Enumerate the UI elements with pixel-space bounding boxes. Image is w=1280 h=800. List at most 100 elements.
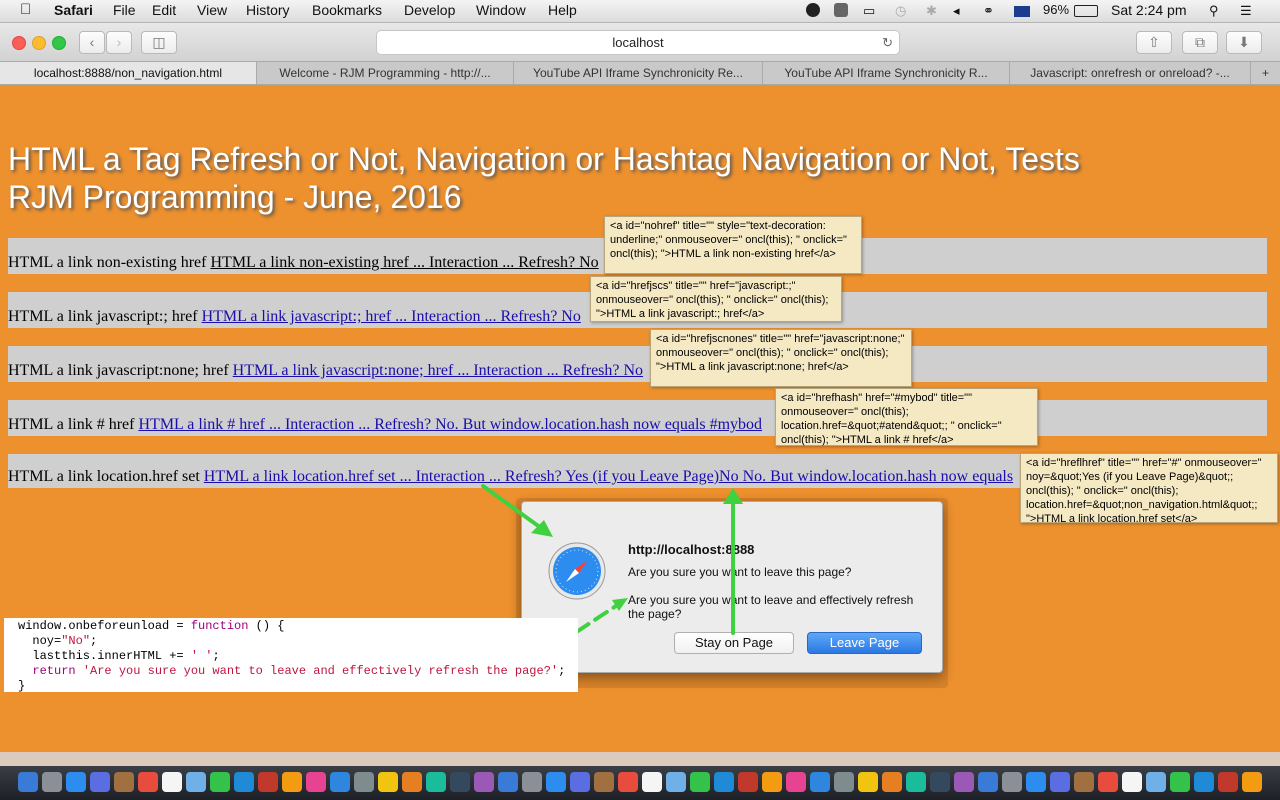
dock-app-icon[interactable] <box>18 772 38 792</box>
dock-app-icon[interactable] <box>282 772 302 792</box>
dock-app-icon[interactable] <box>1050 772 1070 792</box>
reload-icon[interactable]: ↻ <box>882 31 893 54</box>
menu-window[interactable]: Window <box>476 2 526 18</box>
dock-app-icon[interactable] <box>114 772 134 792</box>
dock-app-icon[interactable] <box>690 772 710 792</box>
tab-2[interactable]: Welcome - RJM Programming - http://... <box>257 62 514 84</box>
dock-app-icon[interactable] <box>1170 772 1190 792</box>
dock-app-icon[interactable] <box>498 772 518 792</box>
menu-edit[interactable]: Edit <box>152 2 176 18</box>
link-hash-href[interactable]: HTML a link # href ... Interaction ... R… <box>138 416 762 433</box>
tab-4[interactable]: YouTube API Iframe Synchronicity R... <box>763 62 1010 84</box>
dock-app-icon[interactable] <box>1002 772 1022 792</box>
dock-app-icon[interactable] <box>1074 772 1094 792</box>
close-window-icon[interactable] <box>12 36 26 50</box>
menu-view[interactable]: View <box>197 2 227 18</box>
zoom-window-icon[interactable] <box>52 36 66 50</box>
dock-app-icon[interactable] <box>306 772 326 792</box>
dock-app-icon[interactable] <box>354 772 374 792</box>
dock-app-icon[interactable] <box>186 772 206 792</box>
link-javascript-semicolon[interactable]: HTML a link javascript:; href ... Intera… <box>202 308 581 325</box>
dock-app-icon[interactable] <box>666 772 686 792</box>
menu-bookmarks[interactable]: Bookmarks <box>312 2 382 18</box>
bluetooth-icon[interactable]: ✱ <box>926 3 937 19</box>
dock-app-icon[interactable] <box>522 772 542 792</box>
stay-on-page-button[interactable]: Stay on Page <box>674 632 794 654</box>
dock-app-icon[interactable] <box>1122 772 1142 792</box>
battery-percent[interactable]: 96% <box>1043 2 1069 17</box>
wifi-icon[interactable]: ⚭ <box>983 3 994 19</box>
tab-1[interactable]: localhost:8888/non_navigation.html <box>0 62 257 84</box>
dock-app-icon[interactable] <box>426 772 446 792</box>
dock-app-icon[interactable] <box>978 772 998 792</box>
dock-app-icon[interactable] <box>810 772 830 792</box>
apple-icon[interactable]:  <box>20 1 31 18</box>
dock-app-icon[interactable] <box>234 772 254 792</box>
dock-app-icon[interactable] <box>378 772 398 792</box>
dock-app-icon[interactable] <box>162 772 182 792</box>
status-app-icon[interactable] <box>834 3 848 17</box>
clock[interactable]: Sat 2:24 pm <box>1111 2 1187 18</box>
dock-app-icon[interactable] <box>1098 772 1118 792</box>
dock-app-icon[interactable] <box>1194 772 1214 792</box>
notification-center-icon[interactable]: ☰ <box>1240 3 1252 19</box>
link-javascript-none[interactable]: HTML a link javascript:none; href ... In… <box>233 362 643 379</box>
link-nonexisting-href[interactable]: HTML a link non-existing href ... Intera… <box>210 254 598 271</box>
menu-help[interactable]: Help <box>548 2 577 18</box>
dock-app-icon[interactable] <box>1146 772 1166 792</box>
minimize-window-icon[interactable] <box>32 36 46 50</box>
battery-icon[interactable] <box>1074 5 1098 17</box>
time-machine-icon[interactable]: ◷ <box>895 3 906 19</box>
tab-5[interactable]: Javascript: onrefresh or onreload? -... <box>1010 62 1251 84</box>
sidebar-button[interactable]: ◫ <box>141 31 177 54</box>
dock-app-icon[interactable] <box>258 772 278 792</box>
dock-app-icon[interactable] <box>618 772 638 792</box>
dock-app-icon[interactable] <box>1218 772 1238 792</box>
dock-app-icon[interactable] <box>1242 772 1262 792</box>
dock-app-icon[interactable] <box>330 772 350 792</box>
dock-app-icon[interactable] <box>42 772 62 792</box>
dock-app-icon[interactable] <box>858 772 878 792</box>
link-location-href[interactable]: HTML a link location.href set ... Intera… <box>204 468 1013 485</box>
input-flag-icon[interactable] <box>1014 6 1030 17</box>
dock-app-icon[interactable] <box>1026 772 1046 792</box>
dock-app-icon[interactable] <box>834 772 854 792</box>
menu-develop[interactable]: Develop <box>404 2 455 18</box>
menu-file[interactable]: File <box>113 2 136 18</box>
dock-app-icon[interactable] <box>138 772 158 792</box>
volume-icon[interactable]: ◂ <box>953 3 960 19</box>
dock-app-icon[interactable] <box>786 772 806 792</box>
spotlight-search-icon[interactable]: ⚲ <box>1209 3 1219 19</box>
leave-page-button[interactable]: Leave Page <box>807 632 922 654</box>
share-button[interactable]: ⇧ <box>1136 31 1172 54</box>
airplay-icon[interactable]: ▭ <box>863 3 875 19</box>
dock-app-icon[interactable] <box>66 772 86 792</box>
new-tab-button[interactable]: + <box>1251 62 1280 84</box>
dock-app-icon[interactable] <box>882 772 902 792</box>
dock-app-icon[interactable] <box>906 772 926 792</box>
tab-3[interactable]: YouTube API Iframe Synchronicity Re... <box>514 62 763 84</box>
dock-app-icon[interactable] <box>594 772 614 792</box>
menu-history[interactable]: History <box>246 2 290 18</box>
dock-app-icon[interactable] <box>450 772 470 792</box>
dock-app-icon[interactable] <box>642 772 662 792</box>
dock-app-icon[interactable] <box>402 772 422 792</box>
dock-app-icon[interactable] <box>714 772 734 792</box>
status-circle-icon[interactable] <box>806 3 820 17</box>
dock-app-icon[interactable] <box>474 772 494 792</box>
menu-app-name[interactable]: Safari <box>54 2 93 18</box>
dock-app-icon[interactable] <box>930 772 950 792</box>
address-bar[interactable]: localhost ↻ <box>376 30 900 55</box>
dock-app-icon[interactable] <box>546 772 566 792</box>
dock-app-icon[interactable] <box>90 772 110 792</box>
dock-app-icon[interactable] <box>210 772 230 792</box>
downloads-button[interactable]: ⬇ <box>1226 31 1262 54</box>
dock-app-icon[interactable] <box>738 772 758 792</box>
dock-app-icon[interactable] <box>762 772 782 792</box>
back-button[interactable]: ‹ <box>79 31 105 54</box>
dock-app-icon[interactable] <box>570 772 590 792</box>
forward-button[interactable]: › <box>106 31 132 54</box>
show-tabs-button[interactable]: ⧉ <box>1182 31 1218 54</box>
dock-app-icon[interactable] <box>954 772 974 792</box>
page-title: HTML a Tag Refresh or Not, Navigation or… <box>8 140 1108 216</box>
